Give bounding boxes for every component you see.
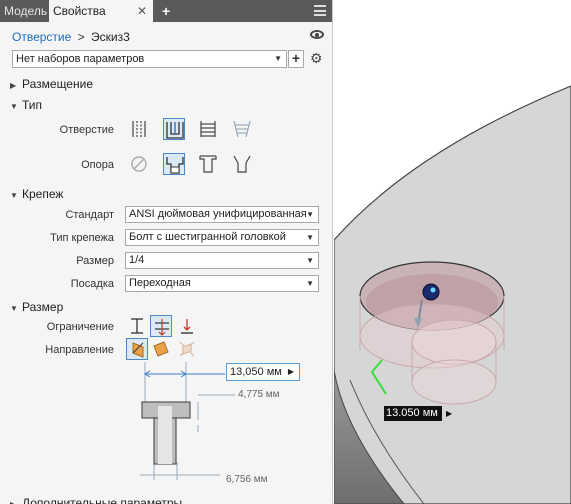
standard-label: Стандарт <box>65 209 114 221</box>
fastener-size-label: Размер <box>76 255 114 267</box>
tapped-hole-icon[interactable] <box>197 118 219 140</box>
standard-value: ANSI дюймовая унифицированная <box>129 208 307 220</box>
viewport-dimension-input[interactable]: 13.050 мм <box>384 406 442 421</box>
simple-hole-icon[interactable] <box>128 118 150 140</box>
preset-dropdown[interactable]: Нет наборов параметров ▼ <box>12 50 287 68</box>
default-direction-icon[interactable] <box>126 338 148 360</box>
seat-type-label: Опора <box>81 159 114 171</box>
fastener-type-dropdown[interactable]: Болт с шестигранной головкой ▼ <box>125 229 319 246</box>
collapse-arrow-icon: ▼ <box>10 102 18 111</box>
counterbore-depth-label[interactable]: 4,775 мм <box>238 389 280 400</box>
breadcrumb-separator: > <box>77 30 85 44</box>
tab-bar: Модель Свойства ✕ + <box>0 0 332 22</box>
clearance-hole-icon[interactable] <box>163 118 185 140</box>
flipped-direction-icon[interactable] <box>150 338 172 360</box>
section-size[interactable]: ▼ Размер <box>10 300 63 314</box>
expand-arrow-icon: ▶ <box>10 81 17 90</box>
fastener-type-label: Тип крепежа <box>50 232 114 244</box>
preset-value: Нет наборов параметров <box>16 53 145 65</box>
chevron-down-icon: ▼ <box>306 233 314 242</box>
section-placement[interactable]: ▶ Размещение <box>10 77 93 91</box>
add-tab-button[interactable]: + <box>158 0 172 22</box>
section-type[interactable]: ▼ Тип <box>10 98 42 112</box>
collapse-arrow-icon: ▼ <box>10 304 18 313</box>
section-placement-label: Размещение <box>22 77 93 91</box>
breadcrumb-sketch[interactable]: Эскиз3 <box>91 30 130 44</box>
tab-properties-label: Свойства <box>53 4 106 18</box>
model-viewport[interactable] <box>334 0 571 504</box>
properties-panel: Модель Свойства ✕ + Отверстие > Эскиз3 Н… <box>0 0 333 504</box>
chevron-down-icon: ▼ <box>274 54 282 63</box>
section-fastener-label: Крепеж <box>22 187 64 201</box>
tab-properties[interactable]: Свойства ✕ <box>49 0 153 22</box>
menu-icon[interactable] <box>314 5 326 16</box>
play-arrow-icon[interactable]: ▶ <box>446 406 452 421</box>
section-advanced[interactable]: ▶Дополнительные параметры <box>10 496 182 504</box>
fit-dropdown[interactable]: Переходная ▼ <box>125 275 319 292</box>
section-advanced-label: Дополнительные параметры <box>22 496 183 504</box>
section-size-label: Размер <box>22 300 64 314</box>
symmetric-direction-icon[interactable] <box>176 338 198 360</box>
breadcrumb: Отверстие > Эскиз3 <box>12 30 130 44</box>
expand-arrow-icon: ▶ <box>10 500 22 504</box>
counterbore-diameter-value: 13,050 мм <box>230 366 282 378</box>
termination-label: Ограничение <box>46 321 114 333</box>
chevron-down-icon: ▼ <box>306 256 314 265</box>
counterbore-icon[interactable] <box>163 153 185 175</box>
fit-label: Посадка <box>70 278 114 290</box>
add-preset-button[interactable]: + <box>288 50 304 68</box>
no-seat-icon[interactable] <box>128 153 150 175</box>
distance-termination-icon[interactable] <box>126 315 148 337</box>
counterbore-diameter-input[interactable]: 13,050 мм ▶ <box>226 363 300 381</box>
eye-icon[interactable] <box>310 30 324 39</box>
chevron-down-icon: ▼ <box>306 210 314 219</box>
fastener-type-value: Болт с шестигранной головкой <box>129 231 286 243</box>
tab-model[interactable]: Модель <box>0 0 48 22</box>
to-face-icon[interactable] <box>176 315 198 337</box>
hole-section-diagram <box>140 362 235 480</box>
spotface-icon[interactable] <box>197 153 219 175</box>
chevron-down-icon: ▼ <box>306 279 314 288</box>
breadcrumb-feature[interactable]: Отверстие <box>12 30 71 44</box>
hole-diameter-label[interactable]: 6,756 мм <box>226 474 268 485</box>
standard-dropdown[interactable]: ANSI дюймовая унифицированная ▼ <box>125 206 319 223</box>
through-all-icon[interactable] <box>150 315 172 337</box>
fit-value: Переходная <box>129 277 191 289</box>
collapse-arrow-icon: ▼ <box>10 191 18 200</box>
part-model <box>334 85 571 504</box>
direction-label: Направление <box>45 344 114 356</box>
countersink-icon[interactable] <box>231 153 253 175</box>
section-fastener[interactable]: ▼ Крепеж <box>10 187 63 201</box>
close-icon[interactable]: ✕ <box>137 0 147 22</box>
fastener-size-dropdown[interactable]: 1/4 ▼ <box>125 252 319 269</box>
gear-icon[interactable]: ⚙ <box>310 50 323 67</box>
play-arrow-icon[interactable]: ▶ <box>288 364 294 380</box>
taper-tapped-hole-icon[interactable] <box>231 118 253 140</box>
hole-type-label: Отверстие <box>59 124 114 136</box>
fastener-size-value: 1/4 <box>129 254 145 266</box>
section-type-label: Тип <box>22 98 43 112</box>
